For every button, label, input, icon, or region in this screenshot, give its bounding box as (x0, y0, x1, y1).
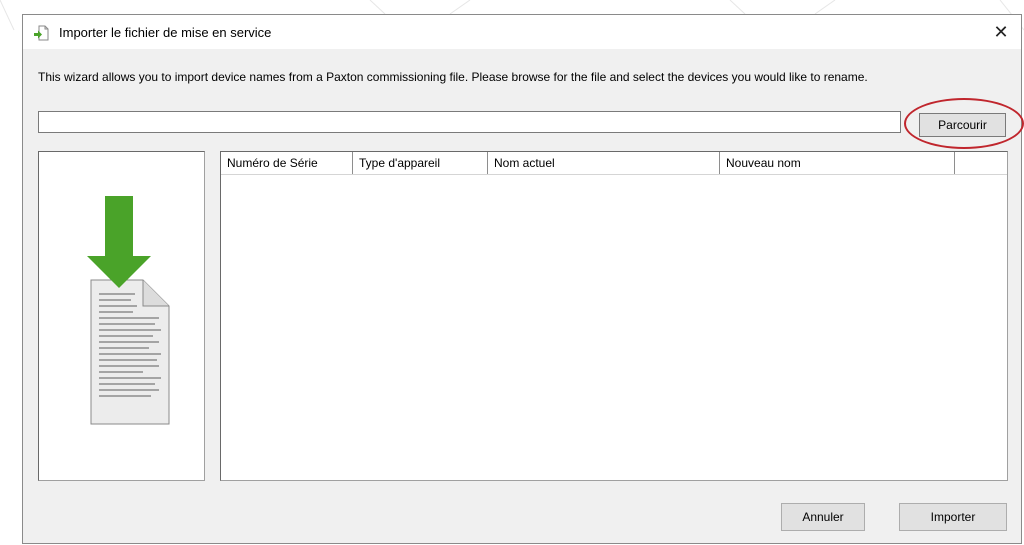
column-header-device-type[interactable]: Type d'appareil (353, 152, 488, 174)
file-path-input[interactable] (38, 111, 901, 133)
device-list[interactable]: Numéro de Série Type d'appareil Nom actu… (220, 151, 1008, 481)
window-title: Importer le fichier de mise en service (59, 25, 272, 40)
intro-text: This wizard allows you to import device … (38, 70, 868, 84)
column-header-current-name[interactable]: Nom actuel (488, 152, 720, 174)
column-header-filler (955, 152, 1005, 174)
close-icon: ✕ (993, 21, 1009, 42)
import-dialog: Importer le fichier de mise en service ✕… (22, 14, 1024, 544)
device-list-header: Numéro de Série Type d'appareil Nom actu… (221, 152, 1007, 175)
browse-button[interactable]: Parcourir (919, 113, 1006, 137)
title-bar[interactable]: Importer le fichier de mise en service ✕ (23, 15, 1021, 49)
import-file-icon (34, 25, 49, 41)
document-download-icon (87, 196, 170, 425)
import-button[interactable]: Importer (899, 503, 1007, 531)
close-button[interactable]: ✕ (981, 15, 1021, 49)
cancel-button[interactable]: Annuler (781, 503, 865, 531)
illustration-panel (38, 151, 205, 481)
column-header-new-name[interactable]: Nouveau nom (720, 152, 955, 174)
column-header-serial[interactable]: Numéro de Série (221, 152, 353, 174)
